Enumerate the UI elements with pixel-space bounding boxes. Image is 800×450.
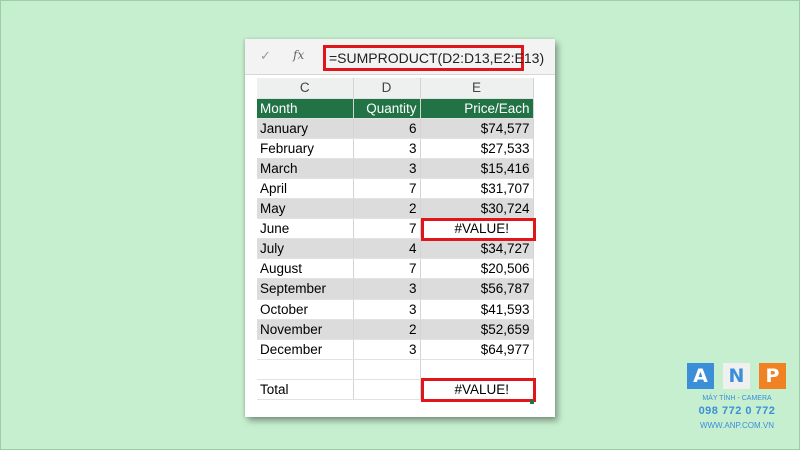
price-header-cell[interactable]: Price/Each [420, 98, 534, 119]
empty-cell[interactable] [353, 359, 421, 380]
empty-cell[interactable] [353, 379, 421, 401]
quantity-header-cell[interactable]: Quantity [353, 98, 421, 119]
formula-input[interactable]: =SUMPRODUCT(D2:D13,E2:E13) [323, 45, 544, 71]
price-error-cell[interactable]: #VALUE! [420, 218, 534, 240]
price-cell[interactable]: $34,727 [420, 238, 534, 260]
insert-function-icon[interactable]: fx [293, 48, 304, 62]
quantity-cell[interactable]: 3 [353, 138, 421, 159]
logo-letter-p: P [759, 363, 786, 389]
price-cell[interactable]: $31,707 [420, 178, 534, 200]
month-cell[interactable]: July [257, 238, 354, 260]
price-cell[interactable]: $15,416 [420, 158, 534, 179]
table-row: July 4 $34,727 [257, 238, 534, 260]
quantity-cell[interactable]: 2 [353, 319, 421, 340]
fill-handle[interactable] [530, 400, 534, 404]
quantity-cell[interactable]: 7 [353, 218, 421, 240]
month-cell[interactable]: April [257, 178, 354, 200]
column-header-c[interactable]: C [257, 78, 354, 99]
month-cell[interactable]: September [257, 278, 354, 300]
check-icon[interactable]: ✓ [260, 48, 271, 64]
month-cell[interactable]: December [257, 339, 354, 360]
total-label-cell[interactable]: Total [257, 379, 354, 401]
total-value-cell[interactable]: #VALUE! [420, 379, 534, 401]
column-header-e[interactable]: E [420, 78, 534, 99]
logo-letter-n: N [723, 363, 750, 389]
formula-bar: ✓ fx =SUMPRODUCT(D2:D13,E2:E13) [245, 39, 555, 75]
price-cell[interactable]: $41,593 [420, 299, 534, 320]
spreadsheet-window: ✓ fx =SUMPRODUCT(D2:D13,E2:E13) C D E Mo… [245, 39, 555, 417]
price-cell[interactable]: $30,724 [420, 198, 534, 220]
price-cell[interactable]: $56,787 [420, 278, 534, 300]
quantity-cell[interactable]: 3 [353, 299, 421, 320]
data-grid: C D E Month Quantity Price/Each January … [257, 78, 534, 401]
month-cell[interactable]: August [257, 258, 354, 280]
price-cell[interactable]: $27,533 [420, 138, 534, 159]
anp-logo: A N P MÁY TÍNH - CAMERA 098 772 0 772 WW… [687, 363, 787, 437]
logo-phone: 098 772 0 772 [698, 405, 776, 417]
quantity-cell[interactable]: 4 [353, 238, 421, 260]
table-row: August 7 $20,506 [257, 258, 534, 280]
table-row: January 6 $74,577 [257, 118, 534, 139]
month-cell[interactable]: March [257, 158, 354, 179]
quantity-cell[interactable]: 7 [353, 258, 421, 280]
table-row: October 3 $41,593 [257, 299, 534, 320]
quantity-cell[interactable]: 3 [353, 158, 421, 179]
logo-letter-a: A [687, 363, 714, 389]
table-row: December 3 $64,977 [257, 339, 534, 360]
table-row: June 7 #VALUE! [257, 218, 534, 240]
month-cell[interactable]: June [257, 218, 354, 240]
table-row: March 3 $15,416 [257, 158, 534, 179]
table-row: April 7 $31,707 [257, 178, 534, 200]
quantity-cell[interactable]: 7 [353, 178, 421, 200]
quantity-cell[interactable]: 3 [353, 339, 421, 360]
table-row: May 2 $30,724 [257, 198, 534, 220]
table-row: November 2 $52,659 [257, 319, 534, 340]
month-cell[interactable]: January [257, 118, 354, 139]
month-cell[interactable]: November [257, 319, 354, 340]
month-header-cell[interactable]: Month [257, 98, 354, 119]
total-row: Total #VALUE! [257, 379, 534, 401]
empty-row [257, 359, 534, 380]
table-header-row: Month Quantity Price/Each [257, 98, 534, 119]
logo-tagline: MÁY TÍNH - CAMERA [702, 395, 772, 402]
quantity-cell[interactable]: 2 [353, 198, 421, 220]
quantity-cell[interactable]: 3 [353, 278, 421, 300]
column-header-row: C D E [257, 78, 534, 99]
price-cell[interactable]: $74,577 [420, 118, 534, 139]
price-cell[interactable]: $64,977 [420, 339, 534, 360]
price-cell[interactable]: $52,659 [420, 319, 534, 340]
quantity-cell[interactable]: 6 [353, 118, 421, 139]
logo-website: WWW.ANP.COM.VN [699, 421, 775, 430]
empty-cell[interactable] [257, 359, 354, 380]
table-row: February 3 $27,533 [257, 138, 534, 159]
month-cell[interactable]: February [257, 138, 354, 159]
table-row: September 3 $56,787 [257, 278, 534, 300]
month-cell[interactable]: May [257, 198, 354, 220]
price-cell[interactable]: $20,506 [420, 258, 534, 280]
empty-cell[interactable] [420, 359, 534, 380]
column-header-d[interactable]: D [353, 78, 421, 99]
month-cell[interactable]: October [257, 299, 354, 320]
